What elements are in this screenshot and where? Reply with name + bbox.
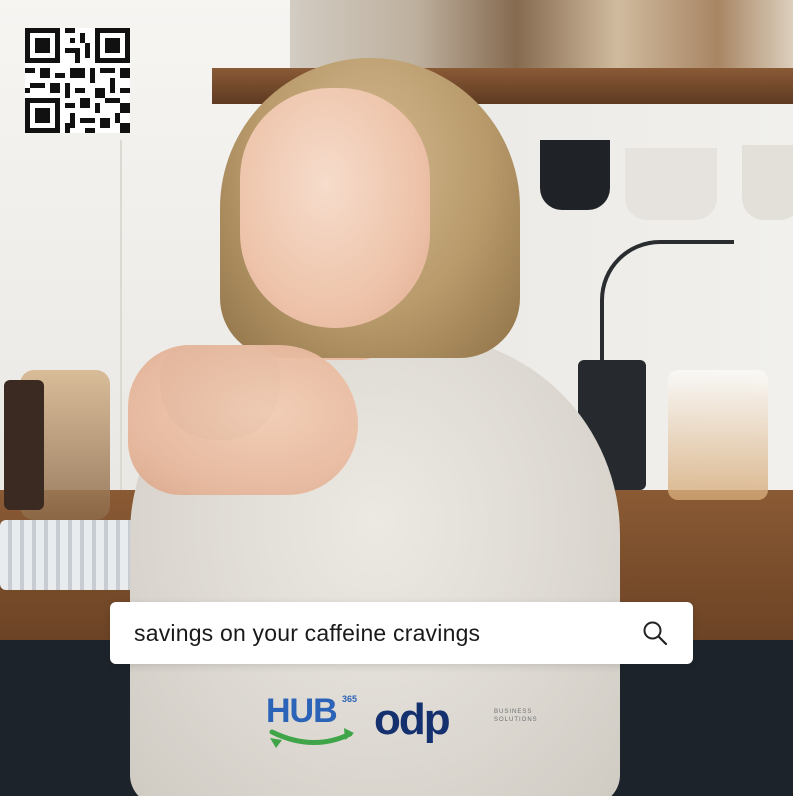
face [240, 88, 430, 328]
brand-logos: HUB 365 odp BUSINESS SOLUTIONS [266, 690, 566, 756]
search-query-text[interactable]: savings on your caffeine cravings [134, 620, 641, 647]
odp-logo: odp [374, 695, 451, 744]
odp-tagline: BUSINESS SOLUTIONS [494, 709, 538, 723]
search-bar[interactable]: savings on your caffeine cravings [110, 602, 693, 664]
ad-scene: savings on your caffeine cravings HUB 36… [0, 0, 793, 796]
hands [128, 345, 358, 495]
magnifier-graphic [643, 621, 668, 646]
qr-code-graphic [25, 28, 130, 133]
hub365-logo: HUB 365 [266, 690, 361, 752]
odp-logo-word: odp [374, 695, 451, 744]
hub-logo-number: 365 [342, 694, 358, 704]
qr-code-icon[interactable] [25, 28, 130, 133]
green-arrow-icon [269, 728, 354, 748]
search-icon[interactable] [641, 619, 669, 647]
